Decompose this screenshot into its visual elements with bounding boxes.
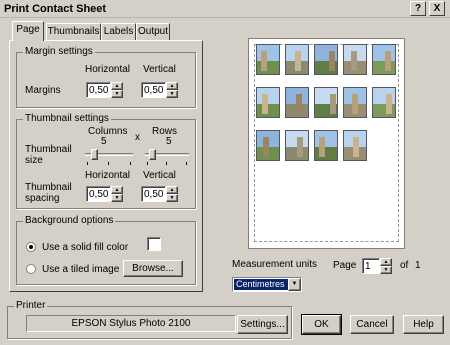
background-options-group: Background options Use a solid fill colo… (16, 215, 196, 285)
spin-up-icon[interactable]: ▲ (166, 82, 178, 90)
tab-labels[interactable]: Labels (101, 23, 136, 40)
background-options-title: Background options (23, 215, 116, 226)
spin-down-icon[interactable]: ▼ (111, 90, 123, 98)
photo-thumbnail (256, 130, 280, 161)
measurement-units-select[interactable]: Centimetres ▼ (232, 277, 302, 292)
columns-value: 5 (101, 136, 107, 147)
tiled-image-label[interactable]: Use a tiled image (42, 264, 119, 275)
photo-thumbnail (285, 87, 309, 118)
thumbnail-size-label-2: size (25, 155, 43, 166)
photo-thumbnail (285, 44, 309, 75)
thumbnail-spacing-label-1: Thumbnail (25, 182, 72, 193)
close-title-button[interactable]: X (429, 1, 445, 16)
help-button[interactable]: Help (403, 315, 444, 334)
thumbnail-settings-title: Thumbnail settings (23, 113, 111, 124)
spin-up-icon[interactable]: ▲ (166, 186, 178, 194)
spin-up-icon[interactable]: ▲ (380, 258, 392, 266)
spin-down-icon[interactable]: ▼ (380, 266, 392, 274)
photo-thumbnail (285, 130, 309, 161)
solid-fill-radio[interactable] (26, 242, 36, 252)
thumbnail-size-label-1: Thumbnail (25, 144, 72, 155)
window-title: Print Contact Sheet (4, 3, 107, 15)
spacing-horizontal-input[interactable]: 0,50 (86, 186, 111, 202)
measurement-units-label: Measurement units (232, 259, 318, 270)
title-bar: Print Contact Sheet ? X (0, 0, 450, 18)
page-input[interactable]: 1 (362, 258, 380, 274)
slider-tick (87, 162, 88, 165)
tab-output[interactable]: Output (136, 23, 170, 40)
of-label: of (400, 260, 409, 271)
fill-color-swatch[interactable] (147, 237, 161, 251)
page-tab-panel: Margin settings Horizontal Vertical Marg… (9, 40, 203, 292)
margins-label: Margins (25, 85, 61, 96)
spacing-vertical-input[interactable]: 0,50 (141, 186, 166, 202)
page-total: 1 (415, 260, 421, 271)
photo-thumbnail (343, 87, 367, 118)
photo-thumbnail (314, 87, 338, 118)
margin-horizontal-header: Horizontal (85, 64, 131, 75)
photo-thumbnail (314, 130, 338, 161)
margin-horizontal-input[interactable]: 0,50 (86, 82, 111, 98)
rows-label: Rows (152, 126, 178, 137)
columns-slider-thumb[interactable] (91, 149, 98, 160)
measurement-units-value[interactable]: Centimetres (234, 279, 288, 290)
photo-thumbnail (256, 44, 280, 75)
printer-title: Printer (14, 300, 48, 311)
slider-tick (147, 162, 148, 165)
contact-sheet-preview (248, 38, 405, 249)
margin-settings-group: Margin settings Horizontal Vertical Marg… (16, 46, 196, 108)
spin-down-icon[interactable]: ▼ (166, 194, 178, 202)
browse-button[interactable]: Browse... (123, 260, 183, 277)
photo-thumbnail (256, 87, 280, 118)
rows-slider-thumb[interactable] (149, 149, 156, 160)
spin-up-icon[interactable]: ▲ (111, 82, 123, 90)
ok-button[interactable]: OK (301, 314, 342, 335)
slider-tick (186, 162, 187, 165)
thumbnail-spacing-label-2: spacing (25, 193, 60, 204)
margin-vertical-input[interactable]: 0,50 (141, 82, 166, 98)
rows-value: 5 (166, 136, 172, 147)
tab-page[interactable]: Page (12, 21, 44, 41)
help-title-button[interactable]: ? (410, 1, 426, 16)
thumbnail-settings-group: Thumbnail settings Columns x Rows 5 5 Th… (16, 113, 196, 209)
solid-fill-label[interactable]: Use a solid fill color (42, 242, 128, 253)
photo-thumbnail (372, 87, 396, 118)
margin-settings-title: Margin settings (23, 46, 95, 57)
printer-name: EPSON Stylus Photo 2100 (26, 315, 236, 332)
slider-tick (166, 162, 167, 165)
spacing-horizontal-header: Horizontal (85, 170, 131, 181)
spin-down-icon[interactable]: ▼ (166, 90, 178, 98)
photo-thumbnail (343, 130, 367, 161)
chevron-down-icon[interactable]: ▼ (288, 278, 301, 291)
page-label: Page (333, 260, 357, 271)
spacing-vertical-header: Vertical (143, 170, 176, 181)
margin-vertical-header: Vertical (143, 64, 176, 75)
columns-label: Columns (88, 126, 128, 137)
photo-thumbnail (314, 44, 338, 75)
slider-tick (130, 162, 131, 165)
photo-thumbnail (372, 44, 396, 75)
tiled-image-radio[interactable] (26, 264, 36, 274)
photo-thumbnail (343, 44, 367, 75)
spin-down-icon[interactable]: ▼ (111, 194, 123, 202)
slider-tick (108, 162, 109, 165)
spin-up-icon[interactable]: ▲ (111, 186, 123, 194)
printer-settings-button[interactable]: Settings... (237, 315, 288, 334)
tab-thumbnails[interactable]: Thumbnails (46, 23, 101, 40)
cancel-button[interactable]: Cancel (350, 315, 394, 334)
times-label: x (135, 132, 140, 143)
